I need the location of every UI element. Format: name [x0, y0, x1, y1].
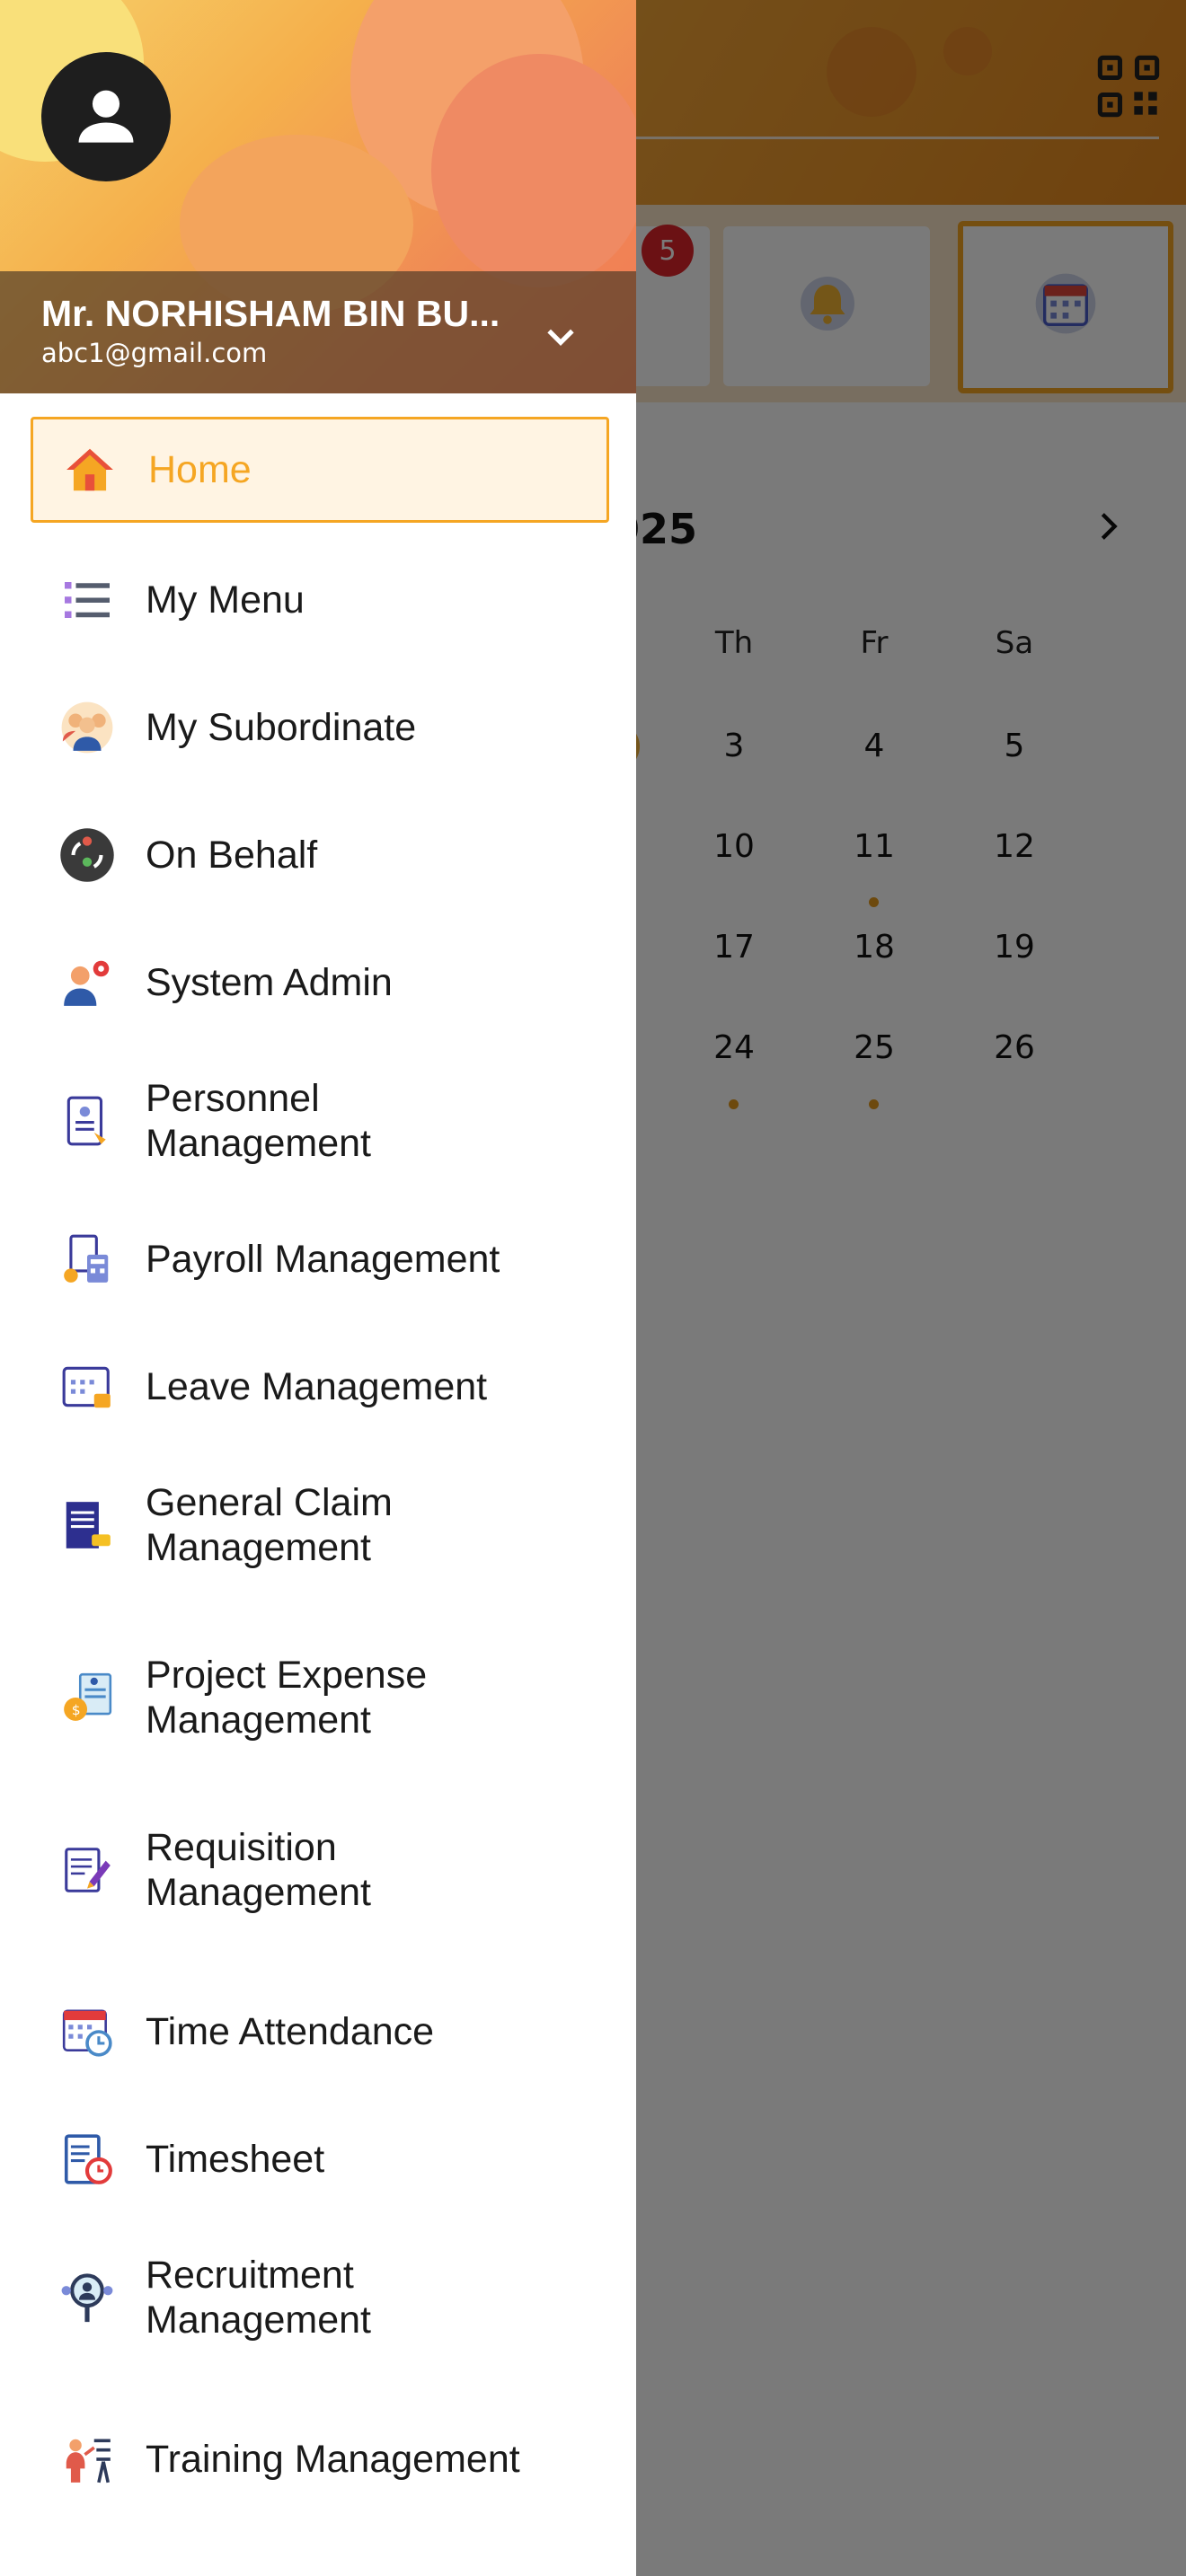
payroll-calculator-icon [58, 1230, 117, 1289]
menu-item-label: Home [148, 448, 252, 491]
menu-item-general-claim-management[interactable]: General Claim Management [31, 1469, 604, 1581]
menu-item-my-menu[interactable]: My Menu [31, 555, 604, 645]
calendar-leave-icon [58, 1357, 117, 1416]
menu-item-label: System Admin [146, 961, 393, 1004]
menu-item-label: My Subordinate [146, 706, 417, 749]
team-icon [58, 698, 117, 757]
menu-item-label: Training Management [146, 2438, 520, 2481]
menu-item-label: Leave Management [146, 1365, 488, 1408]
claim-document-icon [58, 1495, 117, 1555]
list-icon [58, 570, 117, 630]
menu-item-label: Payroll Management [146, 1238, 500, 1281]
menu-item-recruitment-management[interactable]: Recruitment Management [31, 2242, 604, 2353]
user-name: Mr. NORHISHAM BIN BU... [41, 293, 500, 334]
menu-item-personnel-management[interactable]: Personnel Management [31, 1065, 604, 1177]
menu-item-label: Project Expense Management [146, 1654, 428, 1742]
menu-item-home[interactable]: Home [31, 417, 609, 523]
header-decoration [431, 54, 636, 287]
svg-text:$: $ [72, 1702, 81, 1718]
recruitment-search-icon [58, 2268, 117, 2327]
menu-item-payroll-management[interactable]: Payroll Management [31, 1214, 604, 1304]
chevron-down-icon[interactable] [541, 316, 580, 356]
menu-item-my-subordinate[interactable]: My Subordinate [31, 683, 604, 772]
home-icon [60, 440, 119, 499]
menu-item-label: Timesheet [146, 2138, 325, 2181]
user-email: abc1@gmail.com [41, 338, 268, 368]
menu-item-on-behalf[interactable]: On Behalf [31, 810, 604, 900]
person-icon [78, 90, 134, 143]
drawer-header: Mr. NORHISHAM BIN BU... abc1@gmail.com [0, 0, 636, 393]
menu-item-timesheet[interactable]: Timesheet [31, 2114, 604, 2204]
menu-item-label: Recruitment Management [146, 2254, 371, 2342]
menu-item-requisition-management[interactable]: Requisition Management [31, 1814, 604, 1926]
admin-gear-icon [58, 953, 117, 1012]
timesheet-clock-icon [58, 2130, 117, 2189]
calendar-clock-icon [58, 2002, 117, 2061]
menu-item-label: On Behalf [146, 834, 318, 877]
navigation-drawer: Mr. NORHISHAM BIN BU... abc1@gmail.com H… [0, 0, 636, 2576]
swap-user-icon [58, 825, 117, 885]
menu-item-training-management[interactable]: Training Management [31, 2414, 604, 2504]
menu-item-time-attendance[interactable]: Time Attendance [31, 1987, 604, 2077]
menu-item-label: My Menu [146, 578, 305, 622]
menu-item-project-expense-management[interactable]: $ Project Expense Management [31, 1642, 604, 1753]
menu-item-label: Personnel Management [146, 1077, 371, 1165]
menu-item-label: Requisition Management [146, 1826, 371, 1914]
menu-item-leave-management[interactable]: Leave Management [31, 1342, 604, 1432]
id-card-icon [58, 1091, 117, 1151]
avatar[interactable] [41, 52, 171, 181]
menu-item-label: Time Attendance [146, 2010, 435, 2053]
requisition-pen-icon [58, 1840, 117, 1900]
training-board-icon [58, 2430, 117, 2489]
menu-item-label: General Claim Management [146, 1481, 393, 1569]
menu-item-system-admin[interactable]: System Admin [31, 938, 604, 1028]
expense-money-bag-icon: $ [58, 1668, 117, 1727]
